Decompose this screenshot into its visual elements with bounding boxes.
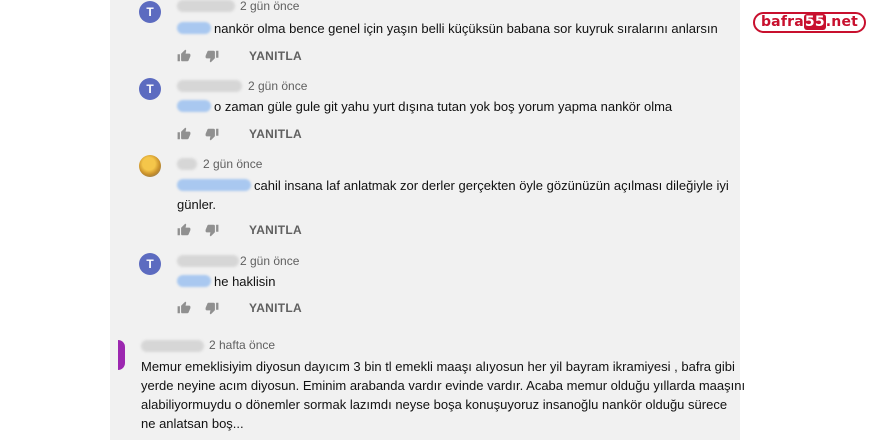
comment-timestamp[interactable]: 2 gün önce (240, 0, 299, 13)
comment-body: nankör olma bence genel için yaşın belli… (214, 21, 718, 36)
comment-timestamp[interactable]: 2 hafta önce (209, 338, 275, 352)
author-name-blurred[interactable] (177, 80, 242, 92)
mention-blurred[interactable] (177, 22, 211, 34)
comment-timestamp[interactable]: 2 gün önce (203, 157, 262, 171)
comment-text-line2: günler. (177, 197, 217, 212)
top-comment-line3: alabiliyormuydu o dönemler sormak lazımd… (141, 397, 728, 412)
comment-timestamp[interactable]: 2 gün önce (240, 254, 299, 268)
reply-button[interactable]: YANITLA (249, 49, 302, 63)
comment-text: he haklisin (177, 272, 275, 291)
thumb-down-icon[interactable] (205, 127, 219, 141)
comment-text: nankör olma bence genel için yaşın belli… (177, 19, 718, 38)
thumb-up-icon[interactable] (177, 301, 191, 315)
top-comment-line2: yerde neyine acım diyosun. Eminim araban… (141, 378, 746, 393)
bafra55-logo[interactable]: bafra55.net (753, 12, 866, 33)
logo-text-part1: bafra (760, 14, 804, 30)
reply-button[interactable]: YANITLA (249, 127, 302, 141)
top-comment-line4: ne anlatsan boş... (141, 416, 244, 431)
mention-blurred[interactable] (177, 275, 211, 287)
mention-blurred[interactable] (177, 179, 251, 191)
reply-button[interactable]: YANITLA (249, 223, 302, 237)
comment-body: he haklisin (214, 274, 276, 289)
author-name-blurred[interactable] (177, 158, 197, 170)
mention-blurred[interactable] (177, 100, 211, 112)
thumb-down-icon[interactable] (205, 223, 219, 237)
avatar[interactable] (139, 155, 161, 177)
avatar[interactable]: T (139, 78, 161, 100)
author-name-blurred[interactable] (141, 340, 204, 352)
comment-text: o zaman güle gule git yahu yurt dışına t… (177, 97, 672, 116)
thumb-down-icon[interactable] (205, 301, 219, 315)
thumb-up-icon[interactable] (177, 127, 191, 141)
thumb-up-icon[interactable] (177, 49, 191, 63)
logo-text-part3: .net (825, 14, 859, 30)
avatar[interactable]: T (139, 253, 161, 275)
author-name-blurred[interactable] (177, 0, 235, 12)
comment-text: cahil insana laf anlatmak zor derler ger… (177, 176, 729, 195)
logo-text-part2: 55 (803, 14, 826, 30)
comment-body: o zaman güle gule git yahu yurt dışına t… (214, 99, 673, 114)
thumb-up-icon[interactable] (177, 223, 191, 237)
thumb-down-icon[interactable] (205, 49, 219, 63)
avatar[interactable]: T (139, 1, 161, 23)
top-comment-line1: Memur emeklisiyim diyosun dayıcım 3 bin … (141, 359, 735, 374)
comment-body-line1: cahil insana laf anlatmak zor derler ger… (254, 178, 729, 193)
comment-timestamp[interactable]: 2 gün önce (248, 79, 307, 93)
avatar[interactable] (118, 340, 125, 370)
author-name-blurred[interactable] (177, 255, 239, 267)
reply-button[interactable]: YANITLA (249, 301, 302, 315)
